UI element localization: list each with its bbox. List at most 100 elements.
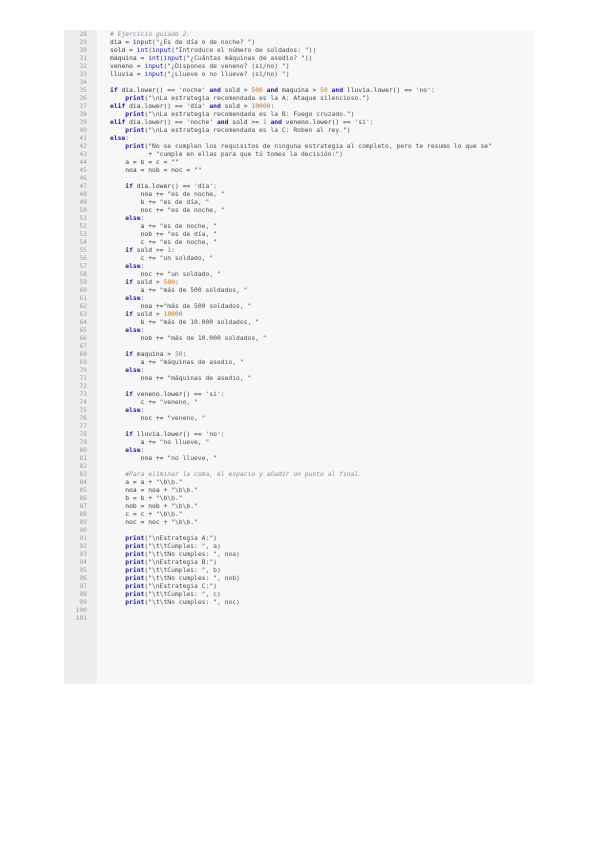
line-number: 83 [79, 471, 87, 478]
code-text: nob = nob + "\b\b." [110, 503, 198, 511]
code-token: lluvia.lower() == [136, 431, 206, 438]
code-token: noc += [110, 207, 168, 214]
line-number: 75 [79, 407, 87, 414]
code-token: print [125, 583, 145, 590]
line-number: 98 [79, 591, 87, 598]
code-text: print("No se cumplen los requisitos de n… [110, 143, 492, 151]
code-line: 66 nob += "más de 10.000 soldados, " [64, 335, 534, 343]
code-text: maquina = int(input("¿Cuántas máquinas d… [110, 55, 312, 63]
code-token: dia = [110, 39, 133, 46]
code-line: 33 lluvia = input("¿Llueve o no llueve? (… [64, 71, 534, 79]
code-token: "cumple en ellas para que tú tomes la de… [155, 151, 343, 158]
code-token: c += [110, 239, 160, 246]
code-token: noc += [110, 271, 168, 278]
line-number: 73 [79, 391, 87, 398]
line-number: 62 [79, 303, 87, 310]
code-text: nob += "más de 10.000 soldados, " [110, 335, 267, 343]
code-line: 34 [64, 79, 534, 87]
code-text: a += "más de 500 soldados, " [110, 287, 248, 295]
line-number: 64 [79, 319, 87, 326]
code-token: noa += [110, 191, 168, 198]
code-line: 40 print("\nLa estrategia recomendada es… [64, 127, 534, 135]
code-text: b = b + "\b\b." [110, 495, 182, 503]
line-number: 71 [79, 375, 87, 382]
code-text: c = c + "\b\b." [110, 511, 182, 519]
code-token: b += [110, 199, 160, 206]
code-token: 'noche' [178, 87, 206, 94]
line-number: 58 [79, 271, 87, 278]
code-line: 61 else: [64, 295, 534, 303]
line-number: 43 [79, 151, 87, 158]
code-line: 86 b = b + "\b\b." [64, 495, 534, 503]
code-token: #Para eliminar la coma, el espacio y aña… [110, 471, 363, 478]
code-token: ("\t\tCumples: ", b) [144, 567, 221, 574]
code-text: nob += "es de día, " [110, 231, 217, 239]
code-text: noa += "no llueve, " [110, 455, 217, 463]
code-token: input [132, 39, 153, 46]
line-number: 55 [79, 247, 87, 254]
code-token: ("¿Cuántas máquinas de asedio? ")) [182, 55, 313, 62]
code-line: 100 [64, 607, 534, 615]
code-line: 90 [64, 527, 534, 535]
code-line: 82 [64, 463, 534, 471]
code-line: 97 print("\nEstrategia C:") [64, 583, 534, 591]
code-text: print("\t\tCumples: ", b) [110, 567, 221, 575]
line-number: 37 [79, 103, 87, 110]
code-line: 57 else: [64, 263, 534, 271]
code-token: 'día' [186, 103, 206, 110]
line-number: 34 [79, 79, 87, 86]
code-text: c += "veneno, " [110, 399, 198, 407]
code-text: lluvia = input("¿Llueve o no llueve? (si… [110, 71, 290, 79]
code-token: 'no' [415, 87, 431, 94]
code-token: a += [110, 439, 160, 446]
line-number: 90 [79, 527, 87, 534]
code-line: 78 if lluvia.lower() == 'no': [64, 431, 534, 439]
line-number: 59 [79, 279, 87, 286]
code-token: "máquinas de asedio, " [167, 375, 252, 382]
code-token: ("\nLa estrategia recomendada es la B: F… [144, 111, 355, 118]
code-text: noa = noa + "\b\b." [110, 487, 198, 495]
code-token: else [125, 407, 141, 414]
code-token: dia.lower() == [129, 119, 187, 126]
document-page: 28 # Ejercicio guiado 2: 29 dia = input("¿E… [0, 0, 599, 848]
code-token: sold > [136, 279, 164, 286]
code-token: print [125, 591, 145, 598]
code-token: "veneno, " [167, 415, 206, 422]
line-number: 49 [79, 199, 87, 206]
code-text: print("\nEstrategia C:") [110, 583, 217, 591]
line-number: 81 [79, 455, 87, 462]
code-text: print("\nLa estrategia recomendada es la… [110, 95, 369, 103]
line-number: 39 [79, 119, 87, 126]
line-number: 57 [79, 263, 87, 270]
code-line: 69 a += "máquinas de asedio, " [64, 359, 534, 367]
code-token: "más de 10.000 soldados, " [159, 319, 259, 326]
code-token: else [110, 135, 126, 142]
code-token: if [110, 87, 122, 94]
code-line: 98 print("\t\tCumples: ", c) [64, 591, 534, 599]
code-line: 67 [64, 343, 534, 351]
code-token: nob += [110, 335, 168, 342]
code-line: 65 else: [64, 327, 534, 335]
code-token: print [125, 143, 145, 150]
line-number: 33 [79, 71, 87, 78]
code-token: else [125, 215, 141, 222]
line-number: 76 [79, 415, 87, 422]
code-token: c += [110, 255, 160, 262]
code-token: : [270, 103, 275, 110]
code-token: sold >= [232, 119, 263, 126]
code-token: sold >= [136, 247, 168, 254]
code-text: noc = noc + "\b\b." [110, 519, 198, 527]
code-line: 70 else: [64, 367, 534, 375]
code-token: int [136, 47, 149, 54]
line-number: 41 [79, 135, 87, 142]
code-line: 36 print("\nLa estrategia recomendada es… [64, 95, 534, 103]
line-number: 67 [79, 343, 87, 350]
code-token: sold > [224, 87, 252, 94]
line-number: 56 [79, 255, 87, 262]
code-line: 99 print("\t\tNo cumples: ", noc) [64, 599, 534, 607]
